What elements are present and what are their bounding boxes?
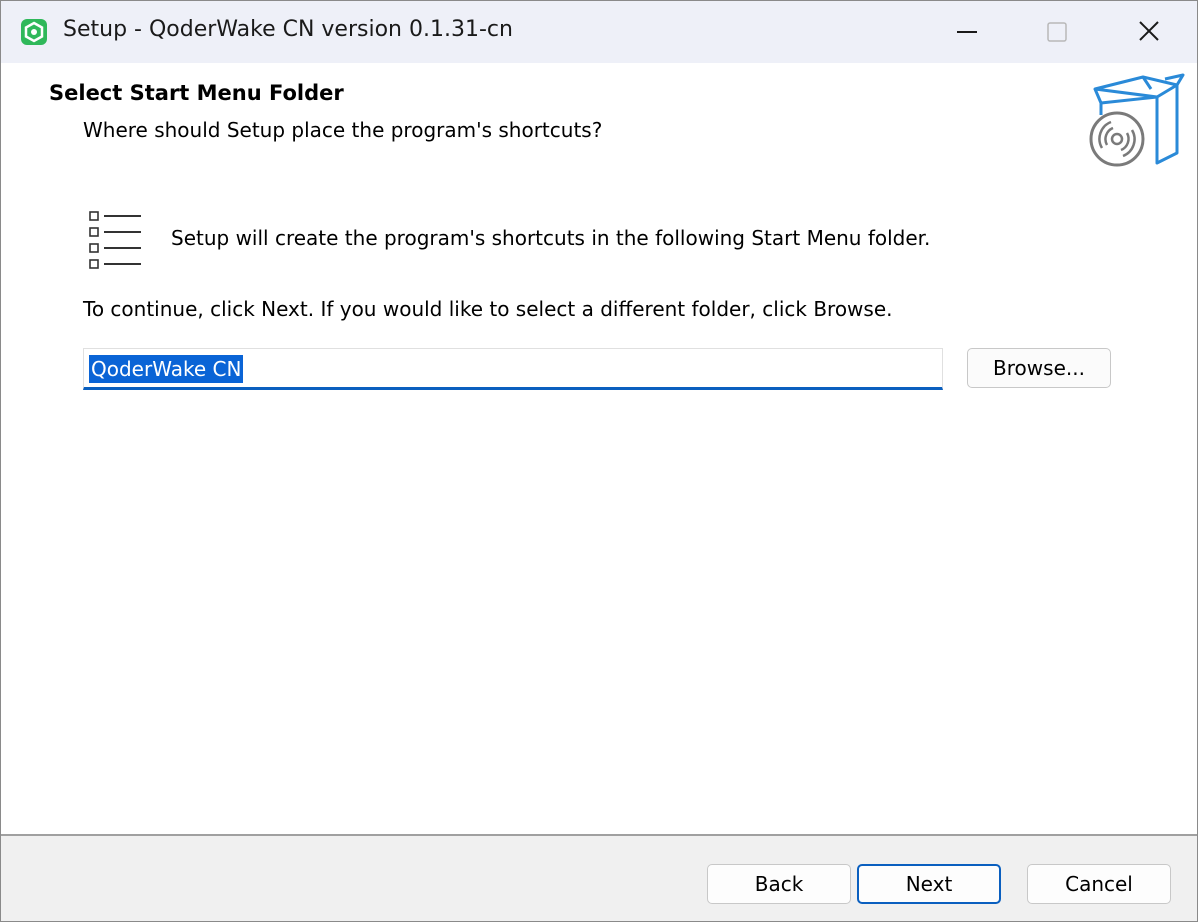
browse-button[interactable]: Browse...	[967, 348, 1111, 388]
footer-bar	[1, 836, 1197, 921]
page-title: Select Start Menu Folder	[49, 81, 344, 105]
setup-window: Setup - QoderWake CN version 0.1.31-cn S…	[0, 0, 1198, 922]
app-icon	[21, 19, 47, 45]
folder-input-value[interactable]: QoderWake CN	[89, 355, 244, 383]
list-icon	[87, 207, 147, 271]
back-button[interactable]: Back	[707, 864, 851, 904]
next-button[interactable]: Next	[857, 864, 1001, 904]
page-subtitle: Where should Setup place the program's s…	[83, 118, 603, 142]
maximize-button[interactable]	[1013, 1, 1105, 63]
info-text: Setup will create the program's shortcut…	[171, 226, 931, 250]
software-box-icon	[1085, 71, 1185, 171]
close-icon	[1139, 21, 1159, 41]
title-bar[interactable]: Setup - QoderWake CN version 0.1.31-cn	[1, 1, 1197, 63]
start-menu-folder-input[interactable]: QoderWake CN	[83, 348, 943, 390]
window-title: Setup - QoderWake CN version 0.1.31-cn	[63, 17, 513, 42]
close-button[interactable]	[1105, 1, 1197, 63]
minimize-button[interactable]	[921, 1, 1013, 63]
minimize-icon	[957, 31, 977, 33]
maximize-icon	[1047, 22, 1067, 42]
instruction-text: To continue, click Next. If you would li…	[83, 297, 893, 321]
cancel-button[interactable]: Cancel	[1027, 864, 1171, 904]
